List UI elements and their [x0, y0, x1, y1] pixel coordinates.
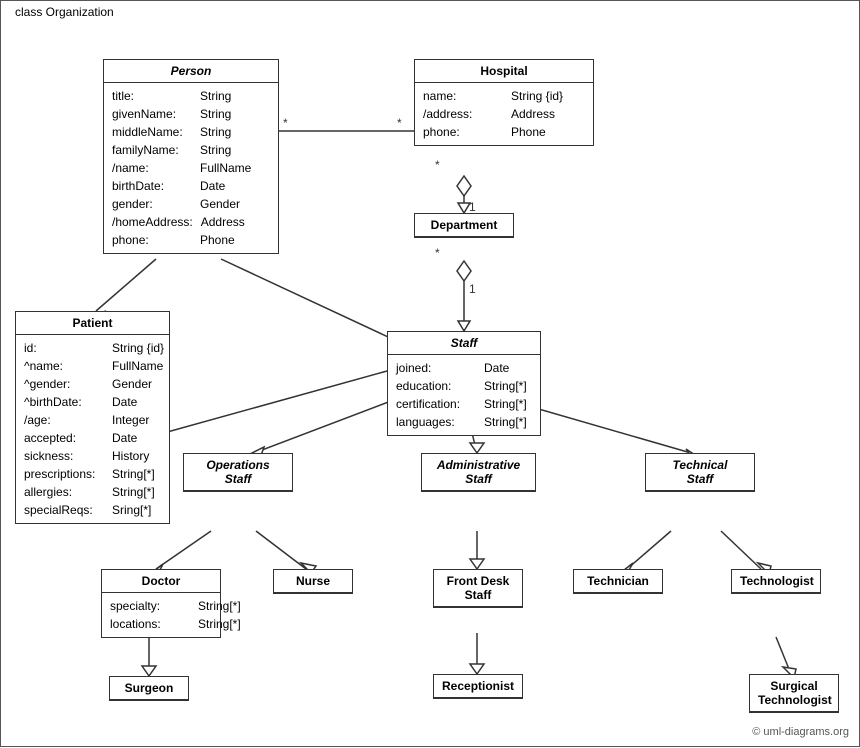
nurse-header: Nurse: [274, 570, 352, 593]
person-header: Person: [104, 60, 278, 83]
staff-header: Staff: [388, 332, 540, 355]
person-class: Person title:String givenName:String mid…: [103, 59, 279, 254]
technologist-class: Technologist: [731, 569, 821, 594]
surgical-technologist-header: SurgicalTechnologist: [750, 675, 838, 712]
surgeon-class: Surgeon: [109, 676, 189, 701]
technician-class: Technician: [573, 569, 663, 594]
hospital-class: Hospital name:String {id} /address:Addre…: [414, 59, 594, 146]
patient-class: Patient id:String {id} ^name:FullName ^g…: [15, 311, 170, 524]
administrative-staff-header: AdministrativeStaff: [422, 454, 535, 491]
svg-text:*: *: [397, 116, 402, 130]
department-header: Department: [415, 214, 513, 237]
surgical-technologist-class: SurgicalTechnologist: [749, 674, 839, 713]
staff-body: joined:Date education:String[*] certific…: [388, 355, 540, 435]
svg-text:1: 1: [469, 200, 476, 214]
doctor-body: specialty:String[*] locations:String[*]: [102, 593, 220, 637]
hospital-header: Hospital: [415, 60, 593, 83]
administrative-staff-class: AdministrativeStaff: [421, 453, 536, 492]
patient-body: id:String {id} ^name:FullName ^gender:Ge…: [16, 335, 169, 523]
person-body: title:String givenName:String middleName…: [104, 83, 278, 253]
staff-class: Staff joined:Date education:String[*] ce…: [387, 331, 541, 436]
front-desk-staff-header: Front DeskStaff: [434, 570, 522, 607]
diagram-container: class Organization 1 * * * 1 *: [0, 0, 860, 747]
receptionist-class: Receptionist: [433, 674, 523, 699]
technician-header: Technician: [574, 570, 662, 593]
copyright: © uml-diagrams.org: [752, 726, 849, 738]
technologist-header: Technologist: [732, 570, 820, 593]
hospital-body: name:String {id} /address:Address phone:…: [415, 83, 593, 145]
operations-staff-class: OperationsStaff: [183, 453, 293, 492]
nurse-class: Nurse: [273, 569, 353, 594]
doctor-class: Doctor specialty:String[*] locations:Str…: [101, 569, 221, 638]
surgeon-header: Surgeon: [110, 677, 188, 700]
front-desk-staff-class: Front DeskStaff: [433, 569, 523, 608]
technical-staff-class: TechnicalStaff: [645, 453, 755, 492]
svg-text:*: *: [435, 158, 440, 172]
doctor-header: Doctor: [102, 570, 220, 593]
department-class: Department: [414, 213, 514, 238]
technical-staff-header: TechnicalStaff: [646, 454, 754, 491]
receptionist-header: Receptionist: [434, 675, 522, 698]
svg-text:1: 1: [469, 282, 476, 296]
patient-header: Patient: [16, 312, 169, 335]
operations-staff-header: OperationsStaff: [184, 454, 292, 491]
svg-text:*: *: [435, 246, 440, 260]
diagram-title: class Organization: [11, 5, 118, 19]
svg-text:*: *: [283, 116, 288, 130]
